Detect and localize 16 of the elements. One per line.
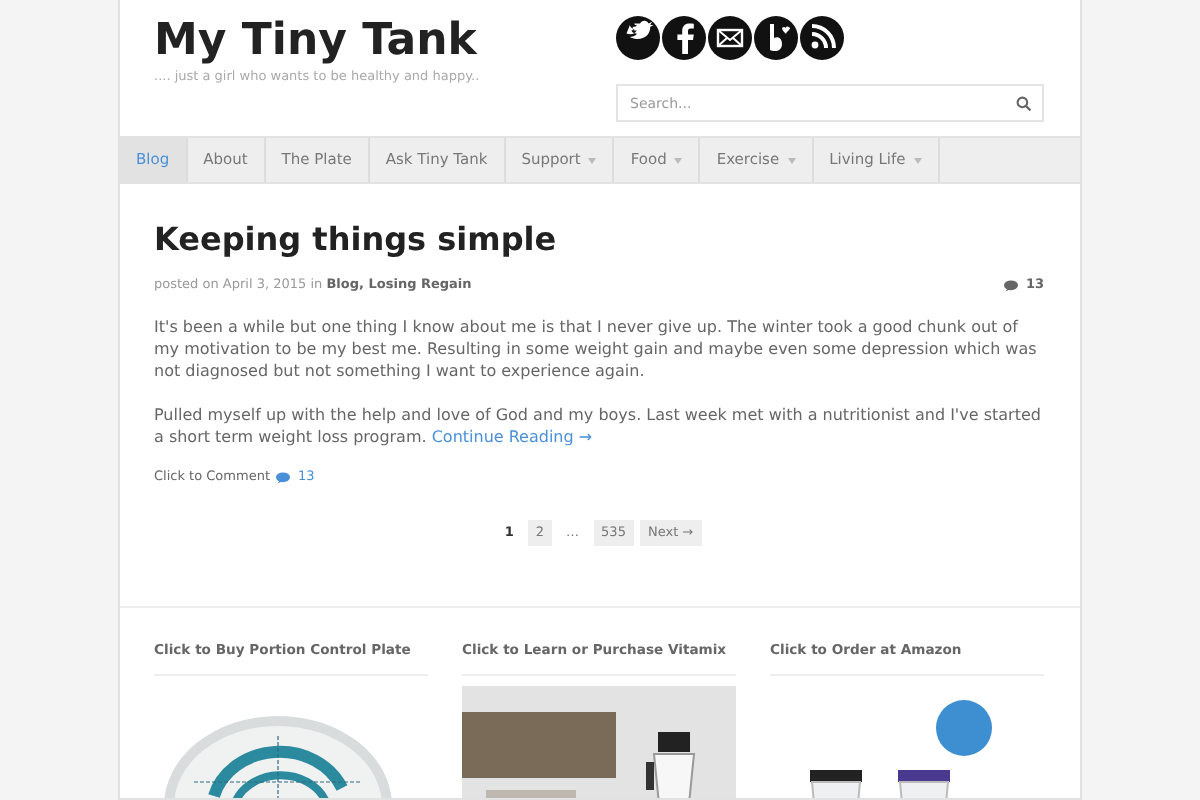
post-paragraph: Pulled myself up with the help and love of God and my boys. Last week met with a nutritionist and I've started a short term weight loss program. Continue Reading → [154,403,1043,448]
letter-f-icon[interactable] [662,16,706,60]
bird-icon[interactable] [616,16,660,60]
comment-icon [1003,280,1018,293]
post-paragraph: It's been a while but one thing I know about me is that I never give up. The winter took a good chunk out of my motivation to be my best me. Resulting in some weight gain and maybe even some depression which was not diagnosed but not something I want to experience again. [154,315,1039,384]
envelope-icon[interactable] [708,16,752,60]
caret-icon [588,157,597,163]
search-icon[interactable] [1016,95,1032,111]
comment-icon [276,471,290,484]
caret-icon [787,157,796,163]
caret-icon [674,157,683,163]
post-title[interactable]: Keeping things simple [154,220,1044,259]
rss-icon[interactable] [800,16,844,60]
continue-reading-link[interactable]: Continue Reading → [431,427,593,446]
site-title[interactable]: My Tiny Tank [154,16,480,68]
caret-icon [913,157,922,163]
